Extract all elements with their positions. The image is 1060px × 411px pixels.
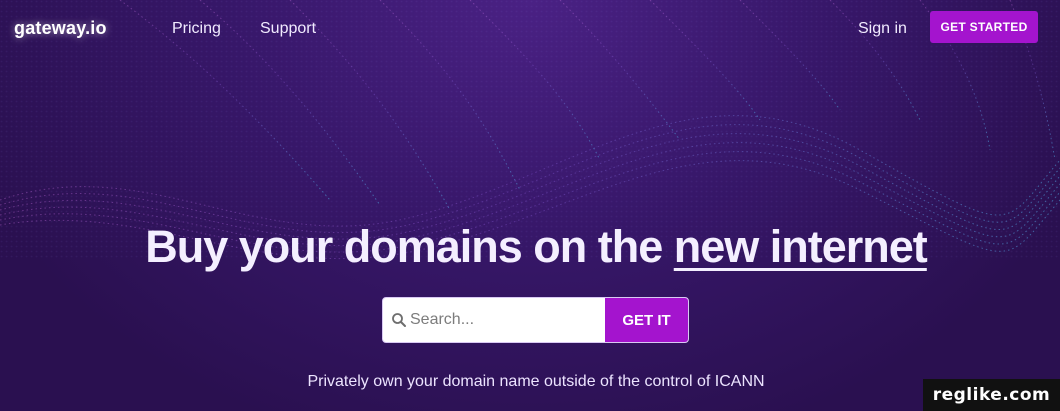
headline-link[interactable]: new internet	[674, 221, 928, 272]
headline-text: Buy your domains on the	[145, 221, 674, 272]
get-it-button[interactable]: GET IT	[605, 298, 688, 342]
brand-logo[interactable]: gateway.io	[14, 18, 107, 39]
hero-headline: Buy your domains on the new internet	[0, 221, 1060, 273]
nav-link-pricing[interactable]: Pricing	[172, 20, 221, 38]
dotted-wave-graphic	[0, 0, 1060, 260]
nav-link-support[interactable]: Support	[260, 20, 316, 38]
domain-search-box: GET IT	[382, 297, 689, 343]
top-navbar: gateway.io Pricing Support Sign in GET S…	[0, 0, 1060, 60]
hero-tagline: Privately own your domain name outside o…	[307, 373, 765, 390]
get-started-button[interactable]: GET STARTED	[930, 11, 1038, 43]
sign-in-link[interactable]: Sign in	[858, 20, 907, 38]
search-icon	[391, 312, 407, 328]
domain-search-input[interactable]	[410, 298, 600, 342]
watermark-badge: reglike.com	[923, 379, 1060, 411]
